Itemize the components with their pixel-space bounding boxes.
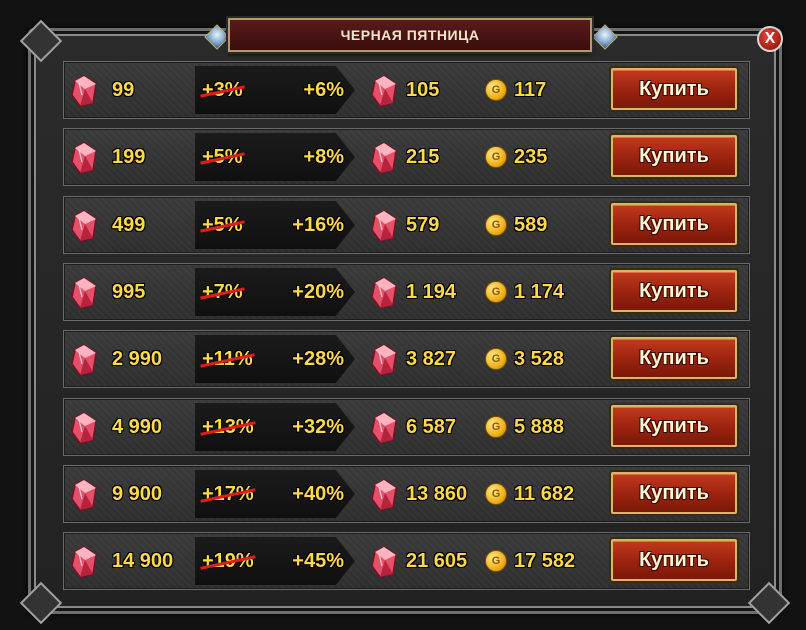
gold-price: 1 174 <box>514 281 565 303</box>
buy-button[interactable]: Купить <box>611 203 737 245</box>
offer-row: 99 +3% +6% 105 G 117 Купить <box>63 61 750 119</box>
pink-crystal-icon <box>371 142 397 174</box>
new-bonus: +45% <box>292 550 344 572</box>
offer-row: 499 +5% +16% 579 G 589 Купить <box>63 196 750 254</box>
gold-price: 5 888 <box>514 416 565 438</box>
old-bonus: +17% <box>200 466 256 522</box>
pink-crystal-icon <box>371 277 397 309</box>
buy-button[interactable]: Купить <box>611 405 737 447</box>
pink-crystal-icon <box>371 344 397 376</box>
total-crystals: 215 <box>406 146 440 168</box>
pink-crystal-icon <box>71 479 97 511</box>
gold-coin-icon: G <box>485 550 507 572</box>
old-bonus: +3% <box>200 62 245 118</box>
pink-crystal-icon <box>71 142 97 174</box>
new-bonus: +6% <box>303 79 344 101</box>
pink-crystal-icon <box>71 75 97 107</box>
gold-coin-icon: G <box>485 214 507 236</box>
total-crystals: 3 827 <box>406 348 457 370</box>
pink-crystal-icon <box>371 210 397 242</box>
pink-crystal-icon <box>71 277 97 309</box>
pink-crystal-icon <box>371 546 397 578</box>
buy-button[interactable]: Купить <box>611 68 737 110</box>
new-bonus: +32% <box>292 416 344 438</box>
total-crystals: 1 194 <box>406 281 457 303</box>
new-bonus: +8% <box>303 146 344 168</box>
new-bonus: +16% <box>292 214 344 236</box>
pink-crystal-icon <box>71 412 97 444</box>
total-crystals: 105 <box>406 79 440 101</box>
old-bonus: +7% <box>200 264 245 320</box>
old-bonus: +11% <box>200 331 255 387</box>
crystal-amount: 4 990 <box>112 416 163 438</box>
window-title: ЧЕРНАЯ ПЯТНИЦА <box>228 18 592 52</box>
pink-crystal-icon <box>371 479 397 511</box>
buy-button[interactable]: Купить <box>611 270 737 312</box>
old-bonus: +5% <box>200 197 245 253</box>
crystal-amount: 14 900 <box>112 550 174 572</box>
buy-button[interactable]: Купить <box>611 337 737 379</box>
buy-button[interactable]: Купить <box>611 472 737 514</box>
pink-crystal-icon <box>371 412 397 444</box>
gold-price: 11 682 <box>514 483 575 505</box>
old-bonus: +5% <box>200 129 245 185</box>
gold-price: 589 <box>514 214 548 236</box>
gold-price: 235 <box>514 146 548 168</box>
offer-row: 4 990 +13% +32% 6 587 G 5 888 Купить <box>63 398 750 456</box>
crystal-amount: 199 <box>112 146 146 168</box>
gold-price: 17 582 <box>514 550 576 572</box>
close-button[interactable]: X <box>757 26 783 52</box>
offer-row: 995 +7% +20% 1 194 G 1 174 Купить <box>63 263 750 321</box>
buy-button[interactable]: Купить <box>611 539 737 581</box>
total-crystals: 13 860 <box>406 483 468 505</box>
offer-row: 14 900 +19% +45% 21 605 G 17 582 Купить <box>63 532 750 590</box>
new-bonus: +20% <box>292 281 344 303</box>
gold-coin-icon: G <box>485 281 507 303</box>
old-bonus: +13% <box>200 399 256 455</box>
buy-button[interactable]: Купить <box>611 135 737 177</box>
offer-row: 199 +5% +8% 215 G 235 Купить <box>63 128 750 186</box>
new-bonus: +28% <box>292 348 344 370</box>
crystal-amount: 2 990 <box>112 348 163 370</box>
pink-crystal-icon <box>371 75 397 107</box>
offer-row: 2 990 +11% +28% 3 827 G 3 528 Купить <box>63 330 750 388</box>
old-bonus: +19% <box>200 533 256 589</box>
total-crystals: 21 605 <box>406 550 468 572</box>
gold-coin-icon: G <box>485 348 507 370</box>
pink-crystal-icon <box>71 210 97 242</box>
crystal-amount: 995 <box>112 281 146 303</box>
total-crystals: 579 <box>406 214 440 236</box>
crystal-amount: 99 <box>112 79 135 101</box>
pink-crystal-icon <box>71 344 97 376</box>
crystal-amount: 499 <box>112 214 146 236</box>
gold-coin-icon: G <box>485 416 507 438</box>
gold-coin-icon: G <box>485 79 507 101</box>
gold-coin-icon: G <box>485 483 507 505</box>
gold-price: 3 528 <box>514 348 565 370</box>
new-bonus: +40% <box>292 483 344 505</box>
pink-crystal-icon <box>71 546 97 578</box>
offer-row: 9 900 +17% +40% 13 860 G 11 682 Купить <box>63 465 750 523</box>
total-crystals: 6 587 <box>406 416 457 438</box>
gold-coin-icon: G <box>485 146 507 168</box>
gold-price: 117 <box>514 79 547 101</box>
crystal-amount: 9 900 <box>112 483 163 505</box>
